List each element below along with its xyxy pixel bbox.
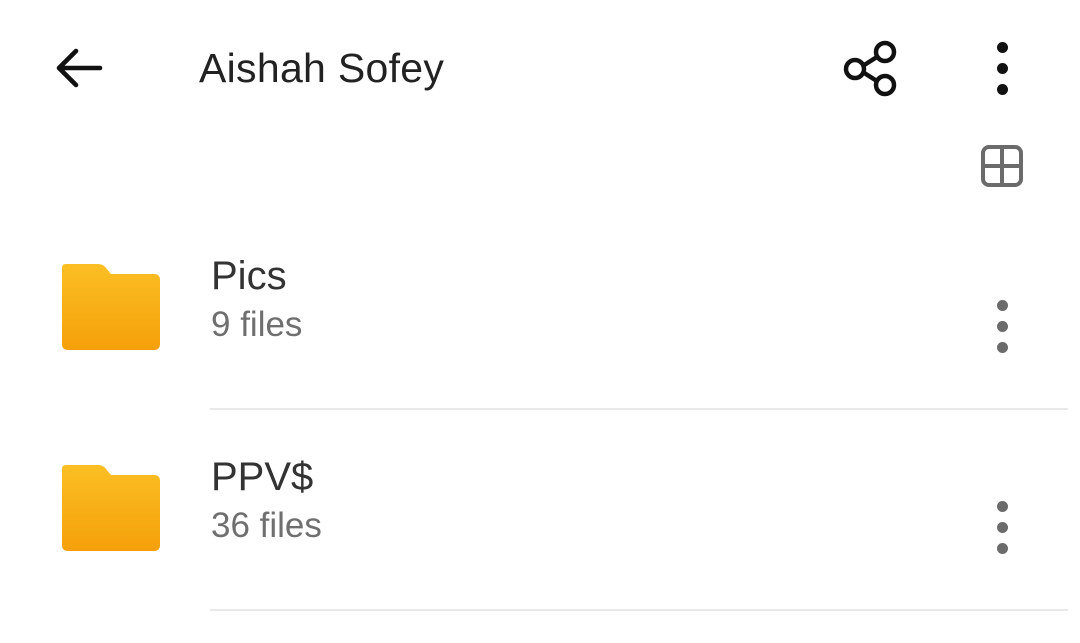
more-options-button[interactable] — [974, 36, 1030, 100]
list-item[interactable]: Pics 9 files — [0, 210, 1080, 410]
folder-file-count: 9 files — [211, 305, 303, 344]
view-toggle-button[interactable] — [974, 138, 1030, 194]
arrow-back-icon — [56, 48, 103, 88]
divider — [210, 408, 1068, 410]
divider — [210, 609, 1068, 611]
folder-file-count: 36 files — [211, 506, 322, 545]
more-vert-icon — [974, 36, 1030, 100]
more-vert-icon — [980, 294, 1024, 358]
folder-name: PPV$ — [211, 455, 314, 499]
more-vert-icon — [980, 495, 1024, 559]
grid-view-icon — [981, 145, 1023, 187]
share-button[interactable] — [836, 36, 908, 100]
folder-more-button[interactable] — [980, 495, 1024, 559]
list-item[interactable]: PPV$ 36 files — [0, 411, 1080, 611]
folder-icon — [62, 465, 160, 551]
folder-icon — [62, 264, 160, 350]
page-title: Aishah Sofey — [199, 45, 445, 91]
share-icon — [843, 40, 897, 97]
app-bar: Aishah Sofey — [0, 0, 1080, 136]
folder-more-button[interactable] — [980, 294, 1024, 358]
folder-name: Pics — [211, 254, 287, 298]
back-button[interactable] — [46, 40, 110, 96]
